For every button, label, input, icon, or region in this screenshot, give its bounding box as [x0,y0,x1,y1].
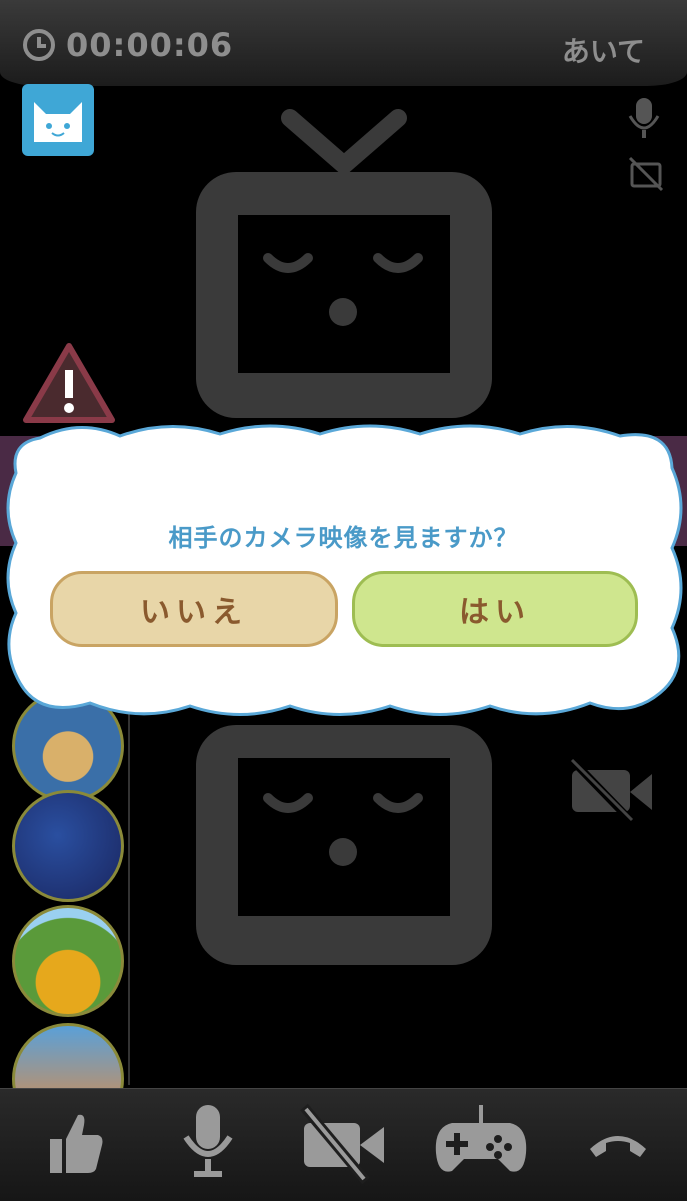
call-timer: 00:00:06 [22,26,233,64]
remote-mic-icon [628,98,660,138]
microphone-icon[interactable] [180,1101,236,1185]
clock-icon [23,29,55,61]
remote-tv-off-icon [628,156,664,192]
gamepad-icon[interactable] [432,1101,530,1185]
bottom-toolbar [0,1088,687,1201]
yes-button[interactable]: はい [352,571,638,647]
confirm-dialog: 相手のカメラ映像を見ますか？ いいえ はい [0,418,687,728]
hang-up-icon[interactable] [586,1101,650,1185]
tv-antenna [281,109,407,177]
partner-label: あいて [561,35,645,68]
dialog-message: 相手のカメラ映像を見ますか？ [168,524,519,552]
top-bar: 00:00:06 あいて [0,0,687,86]
self-avatar[interactable] [22,84,94,156]
thumbs-up-icon[interactable] [40,1101,110,1181]
camera-off-icon[interactable] [300,1101,388,1185]
timer-text: 00:00:06 [66,26,234,64]
sticker-tanabata[interactable] [12,790,124,902]
no-button[interactable]: いいえ [50,571,338,647]
cat-face-icon [34,102,82,142]
camera-off-indicator-icon [567,755,652,825]
sticker-sunflowers[interactable] [12,905,124,1017]
warning-icon[interactable] [20,340,118,426]
